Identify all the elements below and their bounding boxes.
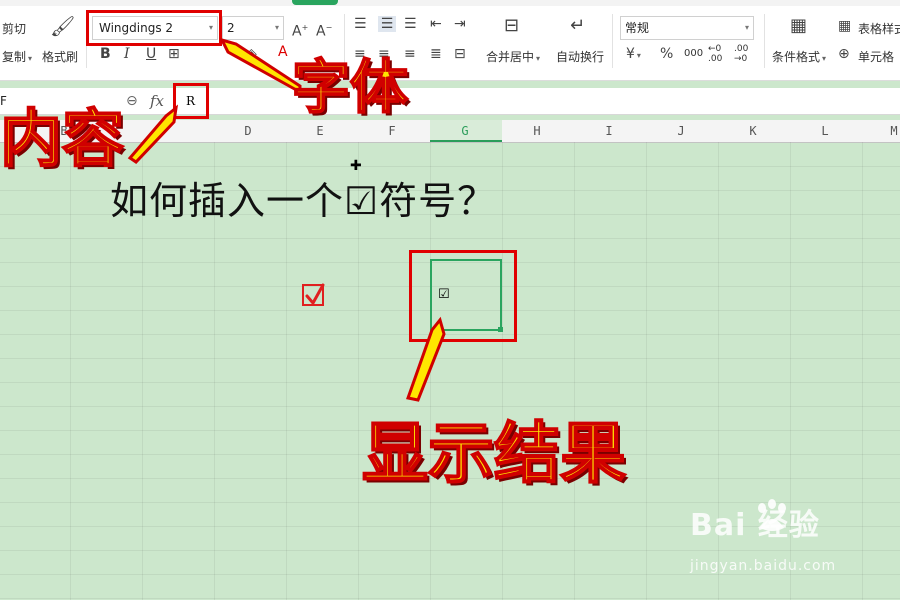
font-callout: 字体 (291, 52, 409, 122)
result-callout: 显示结果 (361, 414, 627, 493)
baidu-paw-icon (758, 499, 786, 531)
watermark-url: jingyan.baidu.com (690, 558, 837, 574)
content-callout: 内容 (0, 101, 125, 176)
